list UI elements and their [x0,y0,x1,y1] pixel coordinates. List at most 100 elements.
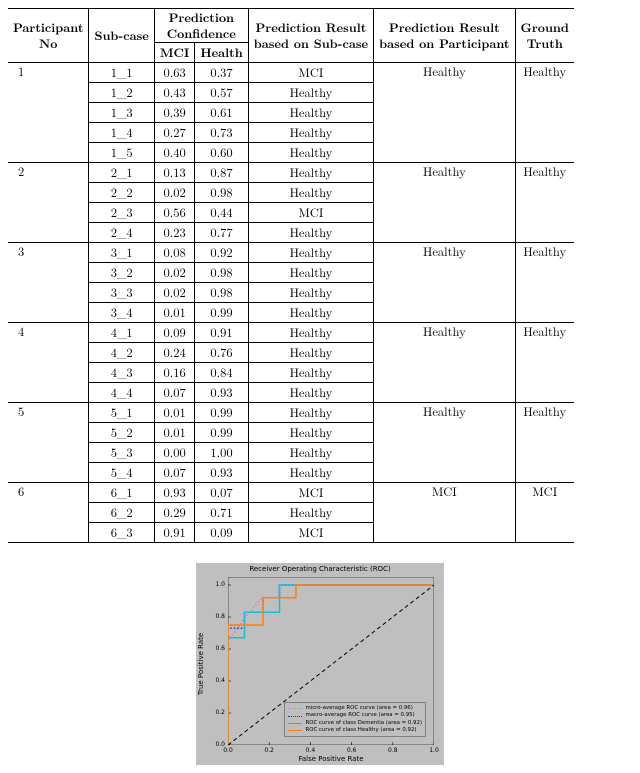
col-health: Health [195,43,248,63]
prediction-table: ParticipantNoSub-casePredictionConfidenc… [8,8,574,543]
cell-health: 0.07 [195,483,248,503]
cell-participant: 6 [8,483,89,543]
cell-result-subcase: Healthy [248,363,373,383]
cell-result-subcase: MCI [248,483,373,503]
cell-mci: 0.01 [154,423,195,443]
cell-mci: 0.02 [154,183,195,203]
legend-label: micro-average ROC curve (area = 0.96) [305,705,412,712]
cell-health: 0.71 [195,503,248,523]
cell-mci: 0.93 [154,483,195,503]
cell-result-subcase: MCI [248,203,373,223]
table-row: 44_10.090.91HealthyHealthyHealthy [8,323,574,343]
cell-result-subcase: Healthy [248,343,373,363]
col-mci: MCI [154,43,195,63]
cell-ground-truth: Healthy [515,403,574,483]
cell-result-participant: Healthy [374,403,515,483]
cell-mci: 0.40 [154,143,195,163]
cell-subcase: 2_1 [89,163,154,183]
cell-subcase: 6_1 [89,483,154,503]
cell-subcase: 5_2 [89,423,154,443]
cell-health: 0.84 [195,363,248,383]
cell-health: 0.76 [195,343,248,363]
legend-label: ROC curve of class Dementia (area = 0.92… [305,720,422,727]
cell-health: 0.44 [195,203,248,223]
cell-result-subcase: Healthy [248,383,373,403]
chart-plot-area: micro-average ROC curve (area = 0.96)mac… [228,577,434,745]
cell-subcase: 6_3 [89,523,154,543]
cell-subcase: 5_3 [89,443,154,463]
cell-health: 0.61 [195,103,248,123]
cell-subcase: 2_4 [89,223,154,243]
cell-health: 0.99 [195,423,248,443]
cell-subcase: 1_1 [89,63,154,83]
cell-health: 0.98 [195,263,248,283]
cell-health: 0.37 [195,63,248,83]
cell-result-participant: Healthy [374,63,515,163]
cell-result-subcase: Healthy [248,423,373,443]
cell-mci: 0.43 [154,83,195,103]
ytick-label: 0.2 [201,709,225,716]
cell-ground-truth: Healthy [515,323,574,403]
cell-result-participant: MCI [374,483,515,543]
cell-health: 0.93 [195,383,248,403]
cell-ground-truth: Healthy [515,243,574,323]
cell-subcase: 3_2 [89,263,154,283]
cell-participant: 1 [8,63,89,163]
roc-chart: Receiver Operating Characteristic (ROC) … [8,563,632,765]
cell-mci: 0.27 [154,123,195,143]
cell-mci: 0.56 [154,203,195,223]
table-row: 66_10.930.07MCIMCIMCI [8,483,574,503]
cell-result-participant: Healthy [374,243,515,323]
chart-title: Receiver Operating Characteristic (ROC) [196,565,444,573]
cell-mci: 0.29 [154,503,195,523]
cell-ground-truth: Healthy [515,163,574,243]
cell-health: 0.87 [195,163,248,183]
cell-mci: 0.07 [154,463,195,483]
cell-health: 0.60 [195,143,248,163]
cell-health: 0.57 [195,83,248,103]
cell-subcase: 3_3 [89,283,154,303]
cell-subcase: 4_3 [89,363,154,383]
cell-participant: 5 [8,403,89,483]
col-confidence: PredictionConfidence [154,9,248,43]
cell-health: 0.91 [195,323,248,343]
cell-health: 0.99 [195,403,248,423]
cell-health: 0.99 [195,303,248,323]
xtick-label: 0.6 [340,747,364,754]
xtick-label: 0.8 [381,747,405,754]
cell-result-subcase: Healthy [248,403,373,423]
ytick-label: 1.0 [201,581,225,588]
cell-mci: 0.01 [154,303,195,323]
legend-label: ROC curve of class Healthy (area = 0.92) [305,727,416,734]
cell-health: 0.92 [195,243,248,263]
cell-health: 0.98 [195,283,248,303]
table-row: 22_10.130.87HealthyHealthyHealthy [8,163,574,183]
cell-mci: 0.91 [154,523,195,543]
cell-result-subcase: Healthy [248,243,373,263]
cell-subcase: 3_4 [89,303,154,323]
cell-subcase: 2_3 [89,203,154,223]
cell-result-subcase: Healthy [248,163,373,183]
cell-ground-truth: Healthy [515,63,574,163]
cell-mci: 0.08 [154,243,195,263]
col-ground-truth: GroundTruth [515,9,574,63]
col-subcase: Sub-case [89,9,154,63]
cell-mci: 0.23 [154,223,195,243]
cell-participant: 2 [8,163,89,243]
xtick-label: 0.2 [257,747,281,754]
cell-mci: 0.02 [154,263,195,283]
cell-result-subcase: MCI [248,523,373,543]
col-result-subcase: Prediction Resultbased on Sub-case [248,9,373,63]
cell-result-subcase: Healthy [248,283,373,303]
ytick-label: 0.4 [201,677,225,684]
cell-result-subcase: Healthy [248,183,373,203]
cell-mci: 0.07 [154,383,195,403]
cell-result-subcase: MCI [248,63,373,83]
cell-subcase: 1_3 [89,103,154,123]
cell-result-subcase: Healthy [248,143,373,163]
cell-result-subcase: Healthy [248,323,373,343]
cell-subcase: 1_2 [89,83,154,103]
cell-subcase: 3_1 [89,243,154,263]
cell-mci: 0.02 [154,283,195,303]
col-participant: ParticipantNo [8,9,89,63]
